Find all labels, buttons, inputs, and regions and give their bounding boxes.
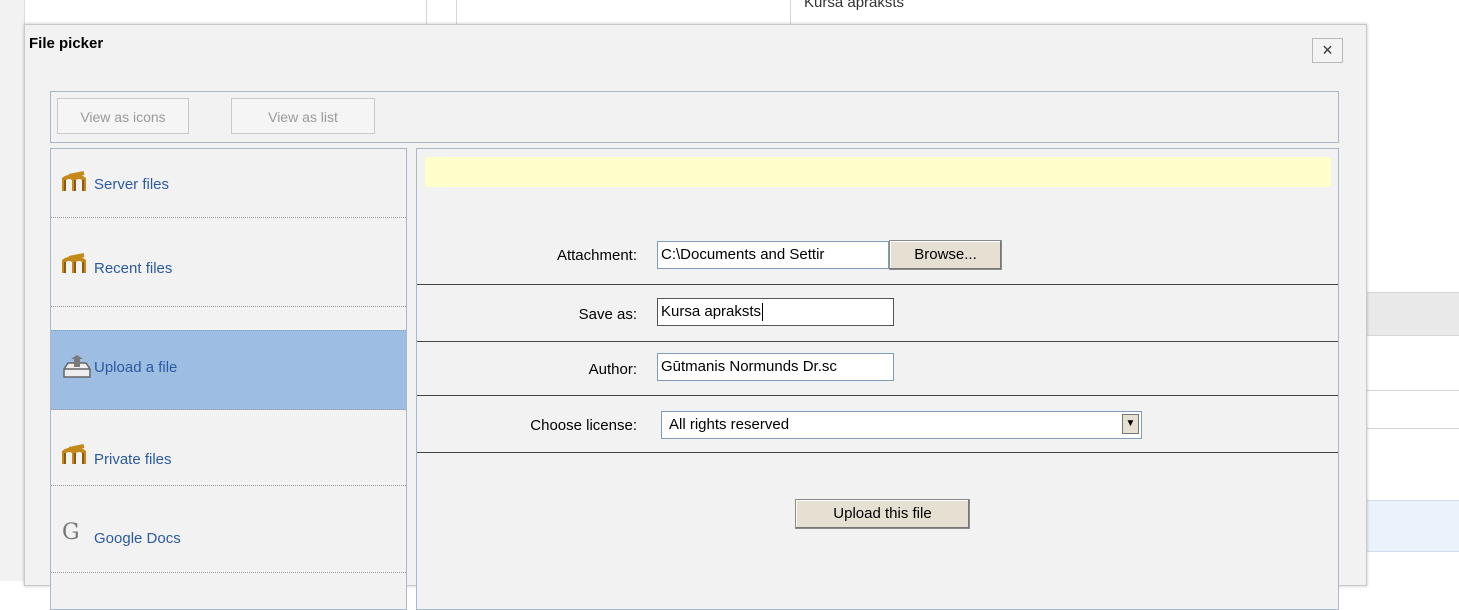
save-as-input[interactable]: Kursa apraksts: [657, 298, 894, 326]
close-icon: ×: [1322, 40, 1333, 60]
page-table-row-line: [1366, 428, 1459, 429]
google-icon: G: [62, 520, 80, 545]
page-column-divider: [790, 0, 791, 26]
page-left-strip: [0, 0, 25, 581]
row-divider: [417, 284, 1338, 285]
author-label: Author:: [588, 361, 637, 378]
sidebar-item-google-docs[interactable]: G Google Docs: [51, 486, 406, 573]
license-select[interactable]: All rights reserved ▼: [661, 411, 1142, 439]
sidebar-item-label: Google Docs: [94, 530, 181, 547]
row-divider: [417, 395, 1338, 396]
moodle-icon: [62, 253, 92, 279]
close-button[interactable]: ×: [1312, 38, 1343, 63]
row-divider: [417, 341, 1338, 342]
save-as-label: Save as:: [578, 306, 637, 323]
author-input[interactable]: Gūtmanis Normunds Dr.sc: [657, 353, 894, 381]
sidebar-item-recent-files[interactable]: Recent files: [51, 218, 406, 307]
page-column-divider: [456, 0, 457, 26]
page-table-header: [1366, 292, 1459, 336]
save-as-value: Kursa apraksts: [661, 303, 762, 320]
sidebar-item-upload-a-file[interactable]: Upload a file: [51, 330, 406, 410]
upload-this-file-button[interactable]: Upload this file: [795, 499, 970, 529]
sidebar-item-label: Server files: [94, 176, 170, 193]
license-selected-value: All rights reserved: [669, 416, 790, 433]
upload-icon: [62, 355, 92, 383]
view-toolbar: View as icons View as list: [50, 91, 1339, 143]
sidebar-item-label: Upload a file: [94, 359, 178, 376]
text-caret: [762, 303, 764, 322]
license-label: Choose license:: [530, 417, 637, 434]
notice-bar: [425, 157, 1331, 187]
browse-button[interactable]: Browse...: [889, 240, 1002, 270]
page-table-row-line: [1366, 390, 1459, 391]
file-picker-dialog: File picker × View as icons View as list…: [24, 24, 1367, 610]
chevron-down-icon[interactable]: ▼: [1122, 414, 1139, 434]
attachment-label: Attachment:: [556, 247, 637, 264]
repository-sidebar: Server files Recent files Upload a file …: [50, 148, 407, 610]
moodle-icon: [62, 444, 92, 470]
sidebar-item-server-files[interactable]: Server files: [51, 149, 406, 218]
page-table-row-highlight: [1366, 500, 1459, 552]
moodle-icon: [62, 171, 92, 197]
page-background-text: Kursa apraksts: [804, 0, 905, 11]
upload-panel: Attachment: C:\Documents and Settir Brow…: [416, 148, 1339, 610]
page-top-block: [56, 0, 427, 26]
sidebar-item-private-files[interactable]: Private files: [51, 409, 406, 486]
row-divider: [417, 452, 1338, 453]
view-as-list-button[interactable]: View as list: [231, 98, 375, 134]
attachment-file-input[interactable]: C:\Documents and Settir: [657, 241, 889, 269]
view-as-icons-button[interactable]: View as icons: [57, 98, 189, 134]
dialog-title: File picker: [29, 35, 104, 52]
sidebar-item-label: Private files: [94, 451, 172, 468]
sidebar-item-label: Recent files: [94, 260, 173, 277]
